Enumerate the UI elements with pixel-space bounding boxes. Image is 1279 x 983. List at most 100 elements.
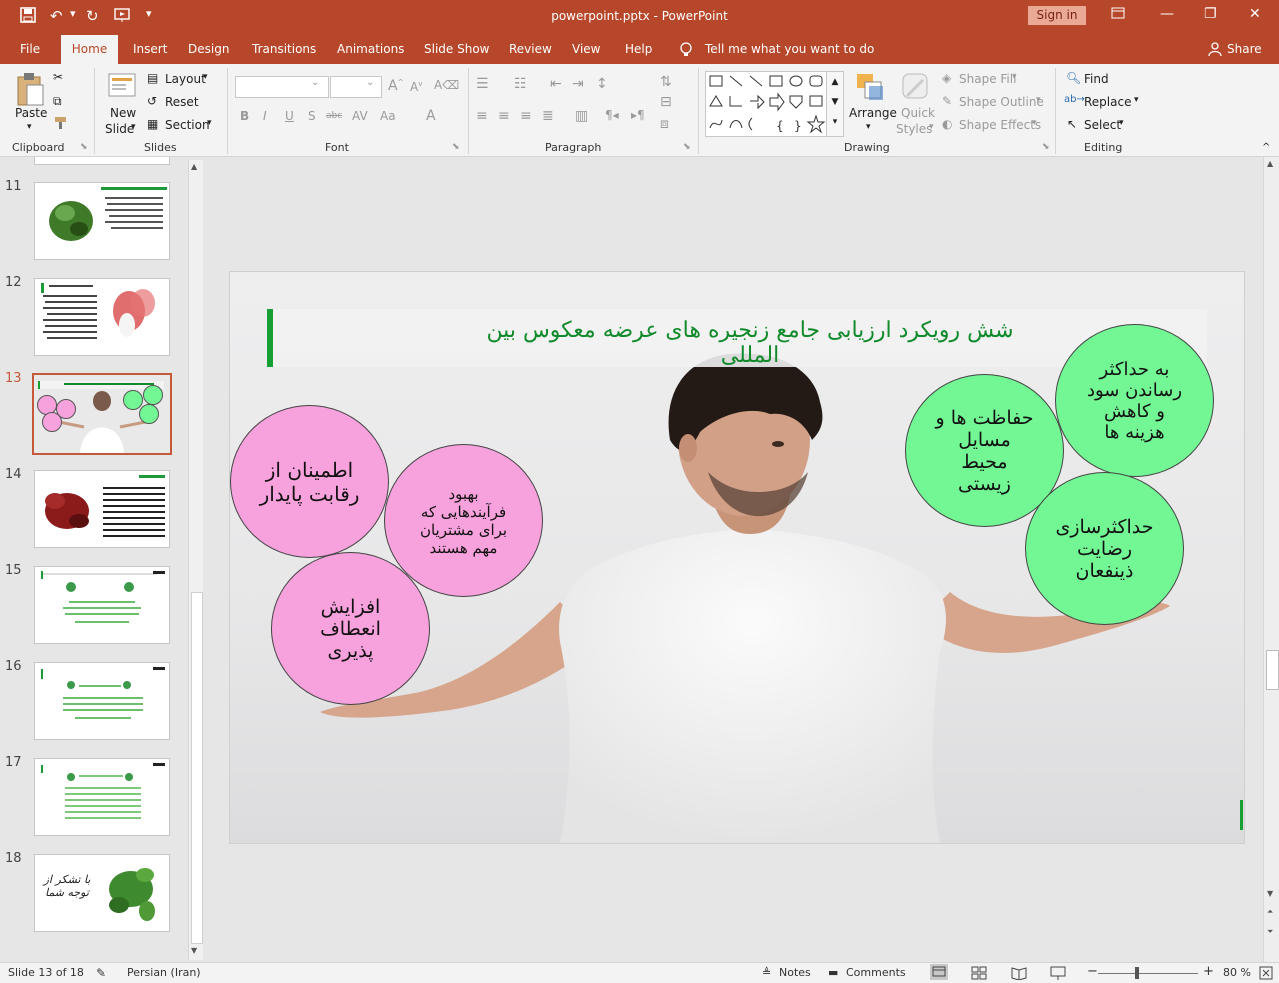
text-direction-icon[interactable]: ⇅	[660, 74, 672, 90]
align-left-icon[interactable]: ≡	[476, 108, 488, 124]
thumbnail-slide-13[interactable]	[32, 373, 172, 455]
notes-icon[interactable]: ≜	[762, 966, 771, 979]
thumbnail-scroll-thumb[interactable]	[191, 592, 203, 944]
align-text-icon[interactable]: ⊟	[660, 94, 672, 110]
reset-button[interactable]: Reset	[165, 95, 199, 109]
increase-font-icon[interactable]: A^	[388, 78, 403, 94]
find-button[interactable]: Find	[1084, 72, 1109, 86]
shape-fill-button[interactable]: Shape Fill	[959, 72, 1016, 86]
section-button[interactable]: Section	[165, 118, 210, 132]
tab-file[interactable]: File	[20, 42, 40, 56]
drawing-launcher-icon[interactable]: ⬊	[1042, 142, 1050, 152]
replace-dropdown-icon[interactable]: ▾	[1134, 95, 1139, 105]
arrange-button[interactable]: Arrange	[849, 106, 897, 120]
tab-slide-show[interactable]: Slide Show	[424, 42, 489, 56]
quick-styles-icon[interactable]	[901, 72, 931, 105]
spelling-icon[interactable]: ✎	[96, 966, 106, 980]
comments-button[interactable]: Comments	[846, 966, 906, 979]
ribbon-display-options-icon[interactable]	[1111, 6, 1125, 24]
close-icon[interactable]: ✕	[1249, 6, 1261, 22]
tab-animations[interactable]: Animations	[337, 42, 404, 56]
smartart-icon[interactable]: ⧈	[660, 116, 669, 132]
language-indicator[interactable]: Persian (Iran)	[127, 966, 201, 979]
tab-transitions[interactable]: Transitions	[252, 42, 316, 56]
thumbnail-slide-12[interactable]	[34, 278, 170, 356]
paste-dropdown-icon[interactable]: ▾	[27, 122, 32, 132]
font-color-icon[interactable]: A	[426, 108, 436, 124]
new-slide-button[interactable]: New	[110, 106, 136, 120]
section-dropdown-icon[interactable]: ▾	[207, 118, 212, 128]
shapes-gallery-scroll[interactable]: ▲ ▼ ▾	[826, 71, 844, 137]
arrange-icon[interactable]	[855, 72, 885, 105]
paste-icon[interactable]	[16, 72, 44, 109]
align-right-icon[interactable]: ≡	[520, 108, 532, 124]
select-icon[interactable]: ↖	[1067, 117, 1077, 131]
zoom-in-icon[interactable]: +	[1203, 964, 1214, 979]
line-spacing-icon[interactable]: ↕	[596, 76, 608, 92]
bubble-pink-3[interactable]: افزایش انعطاف پذیری	[271, 552, 430, 705]
reset-icon[interactable]: ↺	[147, 94, 157, 108]
increase-indent-icon[interactable]: ⇥	[572, 76, 584, 92]
slide-scroll-thumb[interactable]	[1266, 650, 1279, 690]
shape-outline-dropdown-icon[interactable]: ▾	[1036, 95, 1041, 105]
bullets-icon[interactable]: ☰	[476, 76, 489, 92]
bubble-green-2[interactable]: به حداکثر رساندن سود و کاهش هزینه ها	[1055, 324, 1214, 477]
tab-help[interactable]: Help	[625, 42, 652, 56]
thumbnail-10-partial[interactable]	[34, 157, 170, 165]
format-painter-icon[interactable]	[54, 116, 70, 133]
slideshow-icon[interactable]	[1050, 966, 1066, 983]
tab-view[interactable]: View	[572, 42, 600, 56]
bubble-pink-2[interactable]: بهبود فرآیندهایی که برای مشتریان مهم هست…	[384, 444, 543, 597]
thumbnail-slide-18[interactable]: با تشکر از توجه شما	[34, 854, 170, 932]
tab-home[interactable]: Home	[61, 35, 118, 64]
italic-icon[interactable]: I	[263, 109, 267, 123]
notes-button[interactable]: Notes	[779, 966, 811, 979]
slide-canvas[interactable]: شش رویکرد ارزیابی جامع زنجیره های عرضه م…	[229, 271, 1245, 844]
shape-outline-button[interactable]: Shape Outline	[959, 95, 1044, 109]
layout-button[interactable]: Layout	[165, 72, 206, 86]
restore-icon[interactable]: ❐	[1204, 6, 1217, 22]
underline-icon[interactable]: U	[285, 109, 294, 123]
decrease-font-icon[interactable]: Av	[410, 80, 422, 94]
reading-view-icon[interactable]	[1011, 966, 1027, 983]
thumbnail-slide-16[interactable]	[34, 662, 170, 740]
thumbnail-scrollbar[interactable]: ▲ ▼	[188, 160, 203, 960]
tab-review[interactable]: Review	[509, 42, 552, 56]
quick-styles-dropdown-icon[interactable]: ▾	[929, 122, 934, 132]
zoom-level[interactable]: 80 %	[1223, 966, 1251, 979]
replace-icon[interactable]: ab→	[1064, 94, 1085, 105]
section-icon[interactable]: ▦	[147, 117, 158, 131]
select-dropdown-icon[interactable]: ▾	[1119, 118, 1124, 128]
new-slide-dropdown-icon[interactable]: ▾	[131, 122, 136, 132]
align-center-icon[interactable]: ≡	[498, 108, 510, 124]
character-spacing-icon[interactable]: AV	[352, 109, 368, 123]
bubble-green-3[interactable]: حداکثرسازی رضایت ذینفعان	[1025, 472, 1184, 625]
tab-design[interactable]: Design	[188, 42, 229, 56]
slide-title[interactable]: شش رویکرد ارزیابی جامع زنجیره های عرضه م…	[460, 318, 1040, 368]
zoom-out-icon[interactable]: −	[1087, 964, 1098, 979]
share-button[interactable]: Share	[1227, 42, 1262, 56]
comments-icon[interactable]: ▬	[828, 966, 838, 979]
next-slide-icon[interactable]: ⏷	[1267, 927, 1273, 937]
find-icon[interactable]: 🔍︎	[1066, 71, 1081, 85]
slide-scroll-down-icon[interactable]: ▼	[1267, 889, 1273, 898]
minimize-icon[interactable]: —	[1160, 6, 1174, 22]
slide-scroll-up-icon[interactable]: ▲	[1267, 159, 1273, 168]
layout-icon[interactable]: ▤	[147, 71, 158, 85]
thumbnail-slide-15[interactable]	[34, 566, 170, 644]
thumbnail-slide-17[interactable]	[34, 758, 170, 836]
copy-icon[interactable]: ⧉	[53, 94, 62, 109]
clipboard-launcher-icon[interactable]: ⬊	[80, 142, 88, 152]
change-case-icon[interactable]: Aa	[380, 109, 396, 123]
normal-view-icon[interactable]	[930, 964, 948, 980]
collapse-ribbon-icon[interactable]: ^	[1262, 142, 1270, 153]
paragraph-launcher-icon[interactable]: ⬊	[683, 142, 691, 152]
sign-in-button[interactable]: Sign in	[1028, 6, 1086, 25]
layout-dropdown-icon[interactable]: ▾	[203, 72, 208, 82]
shape-fill-icon[interactable]: ◈	[942, 71, 951, 85]
thumbnail-slide-11[interactable]	[34, 182, 170, 260]
font-launcher-icon[interactable]: ⬊	[452, 142, 460, 152]
zoom-slider-thumb[interactable]	[1135, 967, 1139, 979]
rtl-icon[interactable]: ¶◂	[605, 108, 619, 122]
shadow-icon[interactable]: S	[308, 109, 316, 123]
